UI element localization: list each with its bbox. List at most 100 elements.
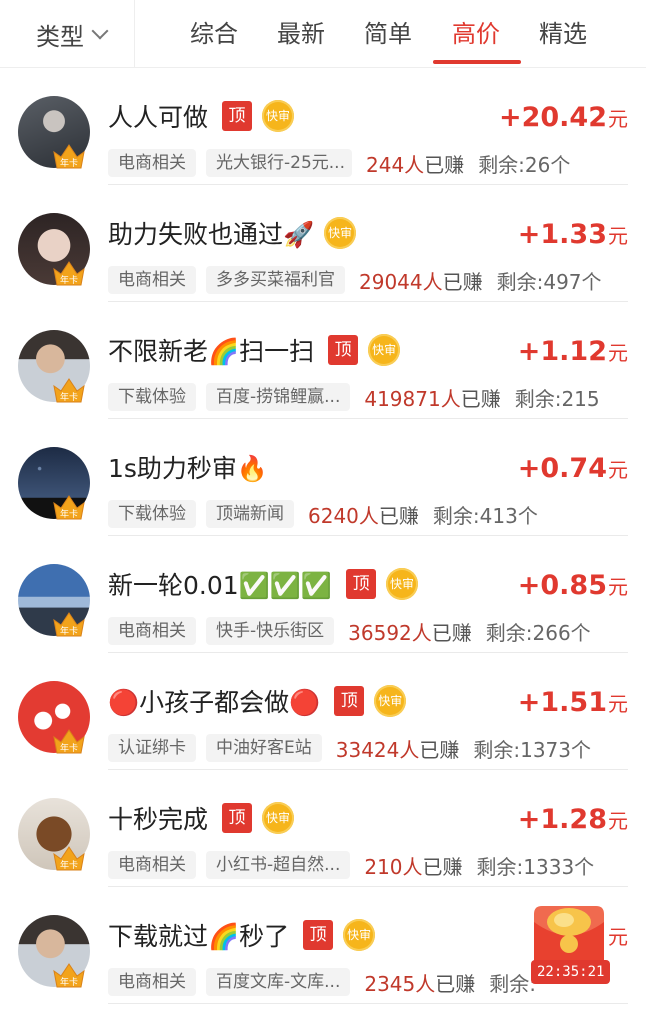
- category-tag: 下载体验: [108, 500, 196, 528]
- top-badge: 顶: [328, 335, 359, 365]
- fast-review-badge: 快审: [262, 802, 295, 834]
- category-tag: 认证绑卡: [108, 734, 196, 762]
- earned-count: 2345人已赚: [364, 968, 475, 997]
- earned-count: 419871人已赚: [364, 383, 500, 412]
- remaining-count: 剩余:266个: [485, 620, 591, 645]
- fast-review-badge: 快审: [262, 100, 295, 132]
- annual-card-crown-icon: 年卡: [53, 495, 85, 520]
- annual-card-crown-icon: 年卡: [53, 846, 85, 871]
- top-badge: 顶: [346, 569, 377, 599]
- tab-high-price[interactable]: 高价: [452, 14, 500, 54]
- merchant-tag: 快手-快乐街区: [206, 617, 335, 645]
- task-title-row: 🔴小孩子都会做🔴 顶快审: [108, 681, 407, 721]
- task-title-row: 人人可做顶快审: [108, 96, 295, 136]
- reward-amount: +1.33: [517, 219, 607, 250]
- remaining-count: 剩余:1373个: [473, 737, 592, 762]
- category-tag: 下载体验: [108, 383, 196, 411]
- earned-number: 419871人: [364, 386, 461, 411]
- reward-amount: +0.74: [517, 453, 607, 484]
- reward-amount: +1.28: [517, 804, 607, 835]
- earned-suffix: 已赚: [419, 737, 460, 762]
- tab-featured[interactable]: 精选: [539, 14, 587, 54]
- card-divider: [108, 1003, 628, 1004]
- remaining-count: 剩余:497个: [496, 269, 602, 294]
- merchant-tag: 百度-捞锦鲤赢...: [206, 383, 351, 411]
- task-meta-row: 下载体验 顶端新闻 6240人已赚 剩余:413个: [108, 499, 538, 529]
- reward-unit: 元: [608, 458, 628, 482]
- earned-suffix: 已赚: [431, 620, 472, 645]
- reward-amount: +0.85: [517, 570, 607, 601]
- task-meta-row: 电商相关 小红书-超自然... 210人已赚 剩余:1333个: [108, 850, 594, 880]
- task-meta-row: 电商相关 百度文库-文库... 2345人已赚 剩余:: [108, 967, 536, 997]
- earned-number: 244人: [366, 152, 425, 177]
- task-meta-row: 下载体验 百度-捞锦鲤赢... 419871人已赚 剩余:215: [108, 382, 600, 412]
- tab-comprehensive[interactable]: 综合: [190, 14, 238, 54]
- annual-card-crown-icon: 年卡: [53, 729, 85, 754]
- task-card[interactable]: 年卡 不限新老🌈扫一扫顶快审 +1.12 元下载体验 百度-捞锦鲤赢... 419871人…: [0, 302, 646, 419]
- fast-review-badge: 快审: [374, 685, 407, 717]
- merchant-tag: 中油好客E站: [206, 734, 322, 762]
- merchant-tag: 小红书-超自然...: [206, 851, 351, 879]
- remaining-count: 剩余:413个: [432, 503, 538, 528]
- task-reward: +1.12 元: [518, 336, 628, 372]
- task-card[interactable]: 年卡 十秒完成顶快审 +1.28 元电商相关 小红书-超自然... 210人已赚 剩余:13…: [0, 770, 646, 887]
- red-packet-timer: 22:35:21: [531, 960, 611, 984]
- reward-unit: 元: [608, 925, 628, 949]
- type-dropdown[interactable]: 类型: [36, 14, 109, 54]
- task-title: 🔴小孩子都会做🔴: [108, 688, 321, 717]
- crown-label: 年卡: [60, 157, 78, 169]
- merchant-tag: 光大银行-25元...: [206, 149, 352, 177]
- task-meta-row: 认证绑卡 中油好客E站 33424人已赚 剩余:1373个: [108, 733, 591, 763]
- task-title: 助力失败也通过🚀: [108, 220, 315, 249]
- annual-card-crown-icon: 年卡: [53, 612, 85, 637]
- annual-card-crown-icon: 年卡: [53, 963, 85, 988]
- earned-suffix: 已赚: [378, 503, 419, 528]
- annual-card-crown-icon: 年卡: [53, 378, 85, 403]
- task-title-row: 助力失败也通过🚀 快审: [108, 213, 357, 253]
- task-card[interactable]: 年卡 🔴小孩子都会做🔴 顶快审 +1.51 元认证绑卡 中油好客E站 33424人已赚 剩余:…: [0, 653, 646, 770]
- top-filter-bar: 类型 综合 最新 简单 高价 精选: [0, 0, 646, 68]
- task-title: 十秒完成: [108, 805, 209, 834]
- crown-label: 年卡: [60, 742, 78, 754]
- earned-count: 36592人已赚: [348, 617, 472, 646]
- task-card[interactable]: 年卡 人人可做顶快审 +20.42 元电商相关 光大银行-25元... 244人已赚 剩余:…: [0, 68, 646, 185]
- active-tab-indicator: [433, 60, 521, 64]
- task-title: 不限新老🌈扫一扫: [108, 337, 315, 366]
- reward-amount: +1.12: [517, 336, 607, 367]
- earned-suffix: 已赚: [435, 971, 476, 996]
- earned-suffix: 已赚: [442, 269, 483, 294]
- task-card[interactable]: 年卡 助力失败也通过🚀 快审 +1.33 元电商相关 多多买菜福利官 29044人已赚 剩余:…: [0, 185, 646, 302]
- top-badge: 顶: [222, 803, 253, 833]
- task-reward: +20.42 元: [499, 102, 628, 138]
- tab-simple[interactable]: 简单: [364, 14, 412, 54]
- crown-label: 年卡: [60, 508, 78, 520]
- task-title: 下载就过🌈秒了: [108, 922, 290, 951]
- annual-card-crown-icon: 年卡: [53, 144, 85, 169]
- category-tag: 电商相关: [108, 851, 196, 879]
- task-reward: 元: [607, 921, 628, 957]
- task-meta-row: 电商相关 多多买菜福利官 29044人已赚 剩余:497个: [108, 265, 602, 295]
- remaining-count: 剩余:26个: [478, 152, 571, 177]
- task-card[interactable]: 年卡 新一轮0.01✅✅✅ 顶快审 +0.85 元电商相关 快手-快乐街区 36592人已赚…: [0, 536, 646, 653]
- task-reward: +1.33 元: [518, 219, 628, 255]
- crown-label: 年卡: [60, 625, 78, 637]
- reward-unit: 元: [608, 107, 628, 131]
- earned-number: 36592人: [348, 620, 432, 645]
- category-tag: 电商相关: [108, 266, 196, 294]
- task-card[interactable]: 年卡 1s助力秒审🔥 +0.74 元下载体验 顶端新闻 6240人已赚 剩余:413个: [0, 419, 646, 536]
- merchant-tag: 多多买菜福利官: [206, 266, 345, 294]
- merchant-tag: 百度文库-文库...: [206, 968, 351, 996]
- type-dropdown-label: 类型: [36, 22, 84, 51]
- earned-count: 6240人已赚: [308, 500, 419, 529]
- remaining-count: 剩余:215: [514, 386, 600, 411]
- task-reward: +1.51 元: [518, 687, 628, 723]
- reward-unit: 元: [608, 692, 628, 716]
- tab-latest[interactable]: 最新: [277, 14, 325, 54]
- earned-count: 33424人已赚: [336, 734, 460, 763]
- earned-number: 33424人: [335, 737, 420, 762]
- top-badge: 顶: [222, 101, 253, 131]
- task-reward: +0.74 元: [518, 453, 628, 489]
- earned-suffix: 已赚: [424, 152, 465, 177]
- category-tag: 电商相关: [108, 149, 196, 177]
- merchant-tag: 顶端新闻: [206, 500, 294, 528]
